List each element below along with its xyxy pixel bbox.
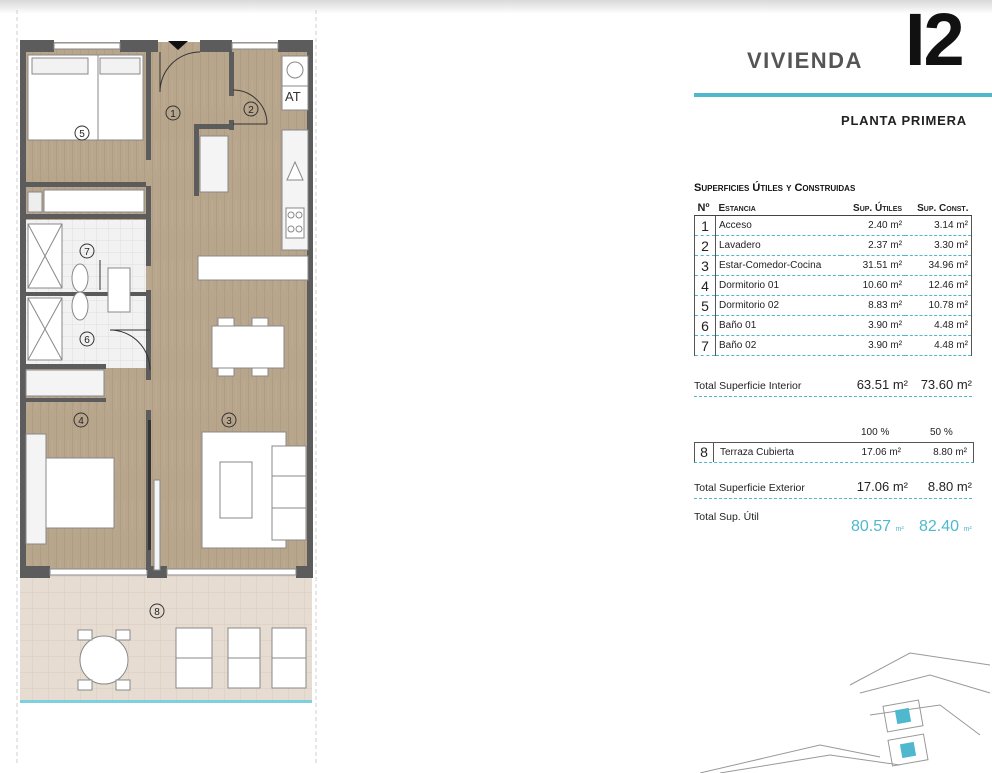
accent-bar	[694, 93, 992, 97]
location-key-map	[700, 652, 991, 773]
terrace-num: 8	[695, 443, 714, 462]
table-row: 6 Baño 01 3.90 m² 4.48 m²	[694, 315, 973, 336]
total-interior-row: Total Superficie Interior 63.51 m² 73.60…	[694, 377, 972, 397]
total-util-value-1: 80.57 m²	[851, 518, 904, 535]
terrace-label: Terraza Cubierta	[720, 447, 794, 458]
terrace-50: 8.80 m²	[933, 447, 967, 458]
room-marker-5: 5	[79, 129, 85, 140]
table-row: 5 Dormitorio 02 8.83 m² 10.78 m²	[694, 295, 973, 316]
table-title: Superficies Útiles y Construidas	[694, 182, 856, 194]
floor-plan: AT 1 2 3 4 5 6 7 8	[16, 10, 317, 765]
pct-50: 50 %	[930, 427, 953, 438]
total-exterior-100: 17.06 m²	[856, 479, 908, 494]
floor-label: PLANTA PRIMERA	[840, 113, 967, 128]
terrace-100: 17.06 m²	[861, 447, 901, 458]
areas-table: Nº Estancia Sup. Útiles Sup. Const. 1 Ac…	[694, 200, 973, 356]
room-marker-1: 1	[170, 109, 176, 120]
total-exterior-row: Total Superficie Exterior 17.06 m² 8.80 …	[694, 479, 972, 499]
pct-100: 100 %	[861, 427, 890, 438]
unit-code: I2	[905, 0, 965, 81]
col-useful: Sup. Útiles	[841, 200, 906, 216]
room-marker-2: 2	[248, 105, 254, 116]
table-row: 1 Acceso 2.40 m² 3.14 m²	[694, 215, 973, 236]
room-marker-3: 3	[226, 416, 232, 427]
terrace-floor	[20, 575, 312, 703]
col-num: Nº	[694, 200, 716, 216]
table-row: 4 Dormitorio 01 10.60 m² 12.46 m²	[694, 275, 973, 296]
total-interior-useful: 63.51 m²	[856, 377, 908, 392]
total-exterior-label: Total Superficie Exterior	[694, 482, 805, 494]
room-marker-8: 8	[154, 607, 160, 618]
total-interior-built: 73.60 m²	[920, 377, 972, 392]
col-room: Estancia	[715, 200, 842, 216]
appliance-label: AT	[285, 89, 301, 104]
terrace-row: 8 Terraza Cubierta 17.06 m² 8.80 m²	[694, 442, 974, 463]
col-built: Sup. Const.	[905, 200, 972, 216]
total-util-label: Total Sup. Útil	[694, 511, 759, 523]
room-marker-4: 4	[78, 416, 84, 427]
total-util-value-2: 82.40 m²	[919, 518, 972, 535]
table-row: 3 Estar-Comedor-Cocina 31.51 m² 34.96 m²	[694, 255, 973, 276]
page-title: VIVIENDA	[747, 48, 863, 73]
total-exterior-50: 8.80 m²	[927, 479, 972, 494]
table-row: 7 Baño 02 3.90 m² 4.48 m²	[694, 335, 973, 356]
room-marker-6: 6	[84, 335, 90, 346]
table-row: 2 Lavadero 2.37 m² 3.30 m²	[694, 235, 973, 256]
room-marker-7: 7	[84, 247, 90, 258]
total-interior-label: Total Superficie Interior	[694, 380, 802, 392]
